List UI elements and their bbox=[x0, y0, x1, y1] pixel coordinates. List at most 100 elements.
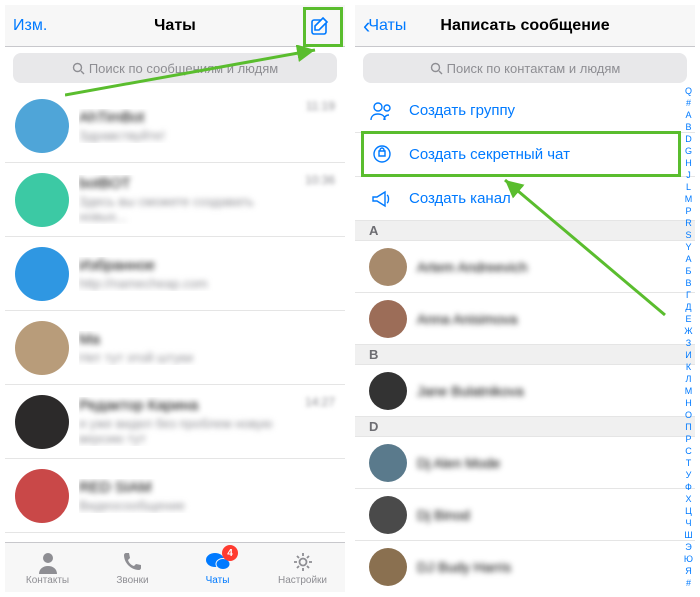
tab-contacts[interactable]: Контакты bbox=[5, 543, 90, 592]
avatar bbox=[369, 496, 407, 534]
search-input[interactable]: Поиск по контактам и людям bbox=[363, 53, 687, 83]
chat-row[interactable]: AhTimBot Здравствуйте! 11:19 bbox=[5, 89, 345, 163]
contacts-list: A Artem Andreevich Anna AnisimovaB Jane … bbox=[355, 221, 695, 592]
edit-button[interactable]: Изм. bbox=[13, 17, 47, 35]
chat-row[interactable]: botBOT Здесь вы сможете создавать новых.… bbox=[5, 163, 345, 237]
index-letter[interactable]: Н bbox=[684, 397, 693, 409]
back-button[interactable]: ‹ Чаты bbox=[363, 13, 406, 39]
chat-row[interactable]: Rubass Moime новое тут вот там кроме bbox=[5, 533, 345, 542]
search-input[interactable]: Поиск по сообщениям и людям bbox=[13, 53, 337, 83]
index-letter[interactable]: Р bbox=[684, 433, 693, 445]
index-letter[interactable]: Т bbox=[684, 457, 693, 469]
search-icon bbox=[72, 62, 85, 75]
contact-row[interactable]: Anna Anisimova bbox=[355, 293, 695, 345]
index-letter[interactable]: # bbox=[684, 577, 693, 589]
index-letter[interactable]: Э bbox=[684, 541, 693, 553]
index-letter[interactable]: Б bbox=[684, 265, 693, 277]
avatar bbox=[15, 395, 69, 449]
index-letter[interactable]: О bbox=[684, 409, 693, 421]
index-letter[interactable]: В bbox=[684, 277, 693, 289]
contact-row[interactable]: Dj Binod bbox=[355, 489, 695, 541]
index-letter[interactable]: Y bbox=[684, 241, 693, 253]
index-letter[interactable]: Ж bbox=[684, 325, 693, 337]
tab-chats[interactable]: 4 Чаты bbox=[175, 543, 260, 592]
chat-row[interactable]: Избранное http://namecheap.com bbox=[5, 237, 345, 311]
index-letter[interactable]: Ш bbox=[684, 529, 693, 541]
tab-label: Настройки bbox=[278, 575, 327, 586]
create-secret-chat[interactable]: Создать секретный чат bbox=[355, 133, 695, 177]
chat-time: 10:36 bbox=[305, 173, 335, 187]
create-group[interactable]: Создать группу bbox=[355, 89, 695, 133]
index-letter[interactable]: Г bbox=[684, 289, 693, 301]
index-letter[interactable]: Д bbox=[684, 301, 693, 313]
index-letter[interactable]: D bbox=[684, 133, 693, 145]
index-letter[interactable]: A bbox=[684, 109, 693, 121]
index-letter[interactable]: Ц bbox=[684, 505, 693, 517]
index-letter[interactable]: Ч bbox=[684, 517, 693, 529]
chat-text: Редактор Карина я уже видел без проблем … bbox=[79, 397, 305, 446]
group-icon bbox=[369, 100, 395, 122]
tab-settings[interactable]: Настройки bbox=[260, 543, 345, 592]
index-letter[interactable]: К bbox=[684, 361, 693, 373]
index-letter[interactable]: H bbox=[684, 157, 693, 169]
index-letter[interactable]: P bbox=[684, 205, 693, 217]
contact-row[interactable]: Jane Bulatnikova bbox=[355, 365, 695, 417]
contact-row[interactable]: Artem Andreevich bbox=[355, 241, 695, 293]
index-letter[interactable]: Л bbox=[684, 373, 693, 385]
index-letter[interactable]: Q bbox=[684, 85, 693, 97]
chat-text: botBOT Здесь вы сможете создавать новых.… bbox=[79, 175, 305, 224]
chats-badge: 4 bbox=[222, 545, 238, 561]
index-letter[interactable]: B bbox=[684, 121, 693, 133]
chat-time: 11:19 bbox=[306, 99, 335, 113]
index-letter[interactable]: А bbox=[684, 253, 693, 265]
contact-row[interactable]: Dj Alen Mode bbox=[355, 437, 695, 489]
index-letter[interactable]: M bbox=[684, 193, 693, 205]
chat-row[interactable]: RED SIAM Видеосообщение bbox=[5, 459, 345, 533]
chat-preview: я уже видел без проблем новую версию тут bbox=[79, 416, 305, 446]
chat-text: Ma Нет тут этой штуки bbox=[79, 331, 335, 365]
person-icon bbox=[35, 550, 61, 574]
index-letter[interactable]: L bbox=[684, 181, 693, 193]
index-letter[interactable]: П bbox=[684, 421, 693, 433]
chat-preview: Здравствуйте! bbox=[79, 128, 306, 143]
chat-preview: Нет тут этой штуки bbox=[79, 350, 335, 365]
search-icon bbox=[430, 62, 443, 75]
chat-row[interactable]: Ma Нет тут этой штуки bbox=[5, 311, 345, 385]
contact-row[interactable]: DJ Budy Harris bbox=[355, 541, 695, 592]
navbar-left: Изм. Чаты bbox=[5, 5, 345, 47]
avatar bbox=[15, 321, 69, 375]
index-letter[interactable]: Е bbox=[684, 313, 693, 325]
action-list: Создать группу Создать секретный чат Соз… bbox=[355, 89, 695, 221]
index-letter[interactable]: И bbox=[684, 349, 693, 361]
index-letter[interactable]: J bbox=[684, 169, 693, 181]
avatar bbox=[369, 300, 407, 338]
avatar bbox=[369, 548, 407, 586]
index-letter[interactable]: У bbox=[684, 469, 693, 481]
create-channel[interactable]: Создать канал bbox=[355, 177, 695, 221]
chat-text: RED SIAM Видеосообщение bbox=[79, 479, 335, 513]
tab-calls[interactable]: Звонки bbox=[90, 543, 175, 592]
avatar bbox=[15, 99, 69, 153]
index-letter[interactable]: R bbox=[684, 217, 693, 229]
page-title: Чаты bbox=[5, 17, 345, 35]
phone-icon bbox=[120, 550, 146, 574]
chat-row[interactable]: Редактор Карина я уже видел без проблем … bbox=[5, 385, 345, 459]
index-letter[interactable]: Я bbox=[684, 565, 693, 577]
chat-title: Ma bbox=[79, 331, 335, 348]
chat-preview: Здесь вы сможете создавать новых... bbox=[79, 194, 305, 224]
index-letter[interactable]: G bbox=[684, 145, 693, 157]
index-letter[interactable]: Ф bbox=[684, 481, 693, 493]
index-letter[interactable]: М bbox=[684, 385, 693, 397]
index-letter[interactable]: Ю bbox=[684, 553, 693, 565]
contact-name: Dj Binod bbox=[417, 507, 470, 523]
index-letter[interactable]: С bbox=[684, 445, 693, 457]
search-placeholder: Поиск по сообщениям и людям bbox=[89, 61, 278, 76]
index-letter[interactable]: # bbox=[684, 97, 693, 109]
index-letter[interactable]: Х bbox=[684, 493, 693, 505]
section-header: A bbox=[355, 221, 695, 241]
avatar bbox=[369, 248, 407, 286]
index-letter[interactable]: S bbox=[684, 229, 693, 241]
index-letter[interactable]: З bbox=[684, 337, 693, 349]
index-bar[interactable]: Q#ABDGHJLMPRSYАБВГДЕЖЗИКЛМНОПРСТУФХЦЧШЭЮ… bbox=[684, 85, 693, 592]
compose-button[interactable] bbox=[303, 9, 337, 43]
